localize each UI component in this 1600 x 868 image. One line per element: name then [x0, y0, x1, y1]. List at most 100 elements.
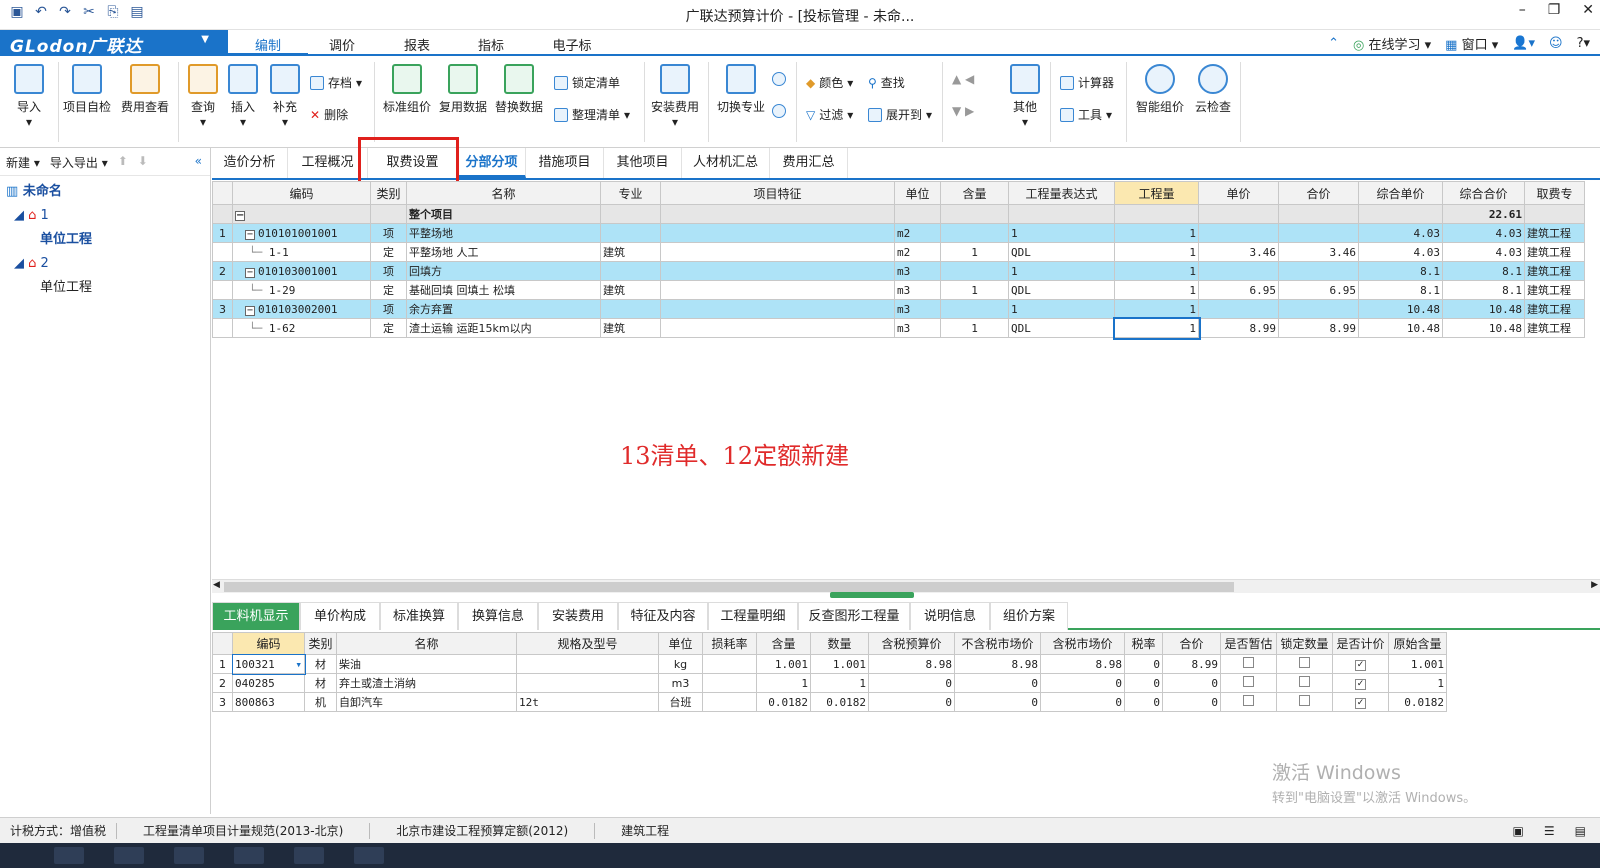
col-header-unit-price[interactable]: 综合单价: [1358, 181, 1443, 205]
table-row-bill-item[interactable]: 3−010103002001 项余方弃置 m3 1 1 10.48 10.48 建筑工程: [212, 299, 1585, 319]
cell-type[interactable]: 定: [370, 280, 407, 300]
col-header-qty[interactable]: 数量: [810, 632, 869, 655]
reuse-data-button[interactable]: 复用数据: [436, 60, 490, 115]
cell-code[interactable]: 040285: [232, 673, 305, 693]
cell-name[interactable]: 渣土运输 运距15km以内: [406, 318, 601, 338]
cell-name[interactable]: 弃土或渣土消纳: [336, 673, 517, 693]
cell-fee[interactable]: 建筑工程: [1524, 242, 1585, 262]
cell-major[interactable]: [600, 299, 661, 319]
tree-item-1[interactable]: ◢ ⌂ 1: [6, 204, 204, 228]
cell-sum[interactable]: 0: [1162, 692, 1221, 712]
cell-price[interactable]: 3.46: [1198, 242, 1279, 262]
list-view-icon[interactable]: ☰: [1544, 824, 1555, 838]
col-header-qty[interactable]: 工程量: [1114, 181, 1199, 205]
move-up-icon[interactable]: ▲ ◀: [952, 72, 974, 86]
cell-no[interactable]: [212, 318, 233, 338]
cell-major[interactable]: 建筑: [600, 242, 661, 262]
collapse-icon[interactable]: −: [245, 267, 255, 278]
cell-usum[interactable]: 10.48: [1442, 299, 1525, 319]
cell-fee[interactable]: 建筑工程: [1524, 280, 1585, 300]
refresh-icon[interactable]: [772, 72, 786, 86]
help-icon[interactable]: ?▾: [1577, 36, 1590, 51]
cell-price[interactable]: 6.95: [1198, 280, 1279, 300]
cell-no[interactable]: [212, 242, 233, 262]
cell-price[interactable]: [1198, 223, 1279, 243]
cell-unit[interactable]: m3: [894, 261, 941, 281]
std-price-button[interactable]: 标准组价: [380, 60, 434, 115]
cell-sum[interactable]: [1278, 223, 1359, 243]
collapse-panel-icon[interactable]: «: [195, 154, 202, 168]
tab-resource-display[interactable]: 工料机显示: [212, 602, 300, 630]
cell-expr[interactable]: QDL: [1008, 280, 1115, 300]
tidy-list-button[interactable]: 整理清单 ▾: [554, 106, 630, 123]
filter-button[interactable]: ▽ 过滤 ▾: [806, 106, 853, 123]
cell-orig[interactable]: 1.001: [1388, 654, 1447, 674]
cell-qty[interactable]: 1: [810, 673, 869, 693]
cell-tax[interactable]: 0: [1124, 673, 1163, 693]
tab-install-fee[interactable]: 安装费用: [538, 602, 618, 630]
cell-est[interactable]: [1220, 673, 1277, 693]
cell-uprice[interactable]: 8.1: [1358, 280, 1443, 300]
cell-expr[interactable]: QDL: [1008, 242, 1115, 262]
col-header-spec[interactable]: 规格及型号: [516, 632, 659, 655]
cell-expr[interactable]: 1: [1008, 299, 1115, 319]
checkbox[interactable]: [1299, 695, 1310, 706]
cell-type[interactable]: 机: [304, 692, 337, 712]
cell-major[interactable]: 建筑: [600, 280, 661, 300]
cell-sum[interactable]: [1278, 261, 1359, 281]
cell-code[interactable]: 800863: [232, 692, 305, 712]
cloud-check-button[interactable]: 云检查: [1186, 60, 1240, 115]
cell-p2[interactable]: 0: [954, 692, 1041, 712]
cell-price[interactable]: 8.99: [1198, 318, 1279, 338]
cell-qty[interactable]: 1: [1112, 316, 1201, 340]
tree-item-unit-2[interactable]: 单位工程: [6, 276, 204, 300]
cell-uprice[interactable]: 10.48: [1358, 299, 1443, 319]
cell-tax[interactable]: 0: [1124, 692, 1163, 712]
cell-lock[interactable]: [1276, 654, 1333, 674]
cell-code[interactable]: −010103001001: [232, 261, 371, 281]
cell-uprice[interactable]: 4.03: [1358, 223, 1443, 243]
supplement-button[interactable]: 补充 ▾: [258, 60, 312, 129]
cell-type[interactable]: 项: [370, 299, 407, 319]
cell-expr[interactable]: 1: [1008, 261, 1115, 281]
cell-p3[interactable]: 0: [1040, 673, 1125, 693]
cell-sum[interactable]: 8.99: [1278, 318, 1359, 338]
cell-priced[interactable]: ✓: [1332, 654, 1389, 674]
cell-usum[interactable]: 8.1: [1442, 261, 1525, 281]
col-header-unit[interactable]: 单位: [658, 632, 703, 655]
checkbox[interactable]: ✓: [1355, 698, 1366, 709]
cell-unit[interactable]: 台班: [658, 692, 703, 712]
cell-lock[interactable]: [1276, 673, 1333, 693]
find-button[interactable]: ⚲ 查找: [868, 74, 905, 91]
taskbar-app-icon[interactable]: [174, 847, 204, 864]
taskbar-app-icon[interactable]: [234, 847, 264, 864]
collapse-icon[interactable]: −: [245, 305, 255, 316]
cell-sum[interactable]: [1278, 299, 1359, 319]
tree-item-2[interactable]: ◢ ⌂ 2: [6, 252, 204, 276]
col-header-code[interactable]: 编码: [232, 181, 371, 205]
col-header-sum[interactable]: 合价: [1278, 181, 1359, 205]
col-header-priced[interactable]: 是否计价: [1332, 632, 1389, 655]
layout-icon[interactable]: ▣: [1513, 824, 1524, 838]
cell-feature[interactable]: [660, 223, 895, 243]
minimize-icon[interactable]: –: [1519, 2, 1526, 18]
checkbox[interactable]: [1243, 676, 1254, 687]
col-header-name[interactable]: 名称: [336, 632, 517, 655]
col-header-fee-major[interactable]: 取费专: [1524, 181, 1585, 205]
cell-content[interactable]: 1: [940, 242, 1009, 262]
cell-no[interactable]: 1: [212, 223, 233, 243]
checkbox[interactable]: [1243, 695, 1254, 706]
cell-uprice[interactable]: 8.1: [1358, 261, 1443, 281]
cell-uprice[interactable]: 10.48: [1358, 318, 1443, 338]
expand-to-button[interactable]: 展开到 ▾: [868, 106, 932, 123]
cell-no[interactable]: [212, 280, 233, 300]
other-button[interactable]: 其他 ▾: [998, 60, 1052, 129]
scroll-right-icon[interactable]: ▶: [1591, 580, 1598, 590]
table-row-bill-item[interactable]: 1−010101001001 项平整场地 m2 1 1 4.03 4.03 建筑工程: [212, 223, 1585, 243]
cell-p3[interactable]: 0: [1040, 692, 1125, 712]
cell-qty[interactable]: 1: [1114, 261, 1199, 281]
cell-name[interactable]: 平整场地 人工: [406, 242, 601, 262]
tab-reverse-graphic-qty[interactable]: 反查图形工程量: [798, 602, 910, 630]
cell-type[interactable]: 材: [304, 654, 337, 674]
table-row-quota-item[interactable]: └─ 1-1 定平整场地 人工 建筑 m2 1 QDL 1 3.46 3.46 4.03 4.03 建…: [212, 242, 1585, 262]
